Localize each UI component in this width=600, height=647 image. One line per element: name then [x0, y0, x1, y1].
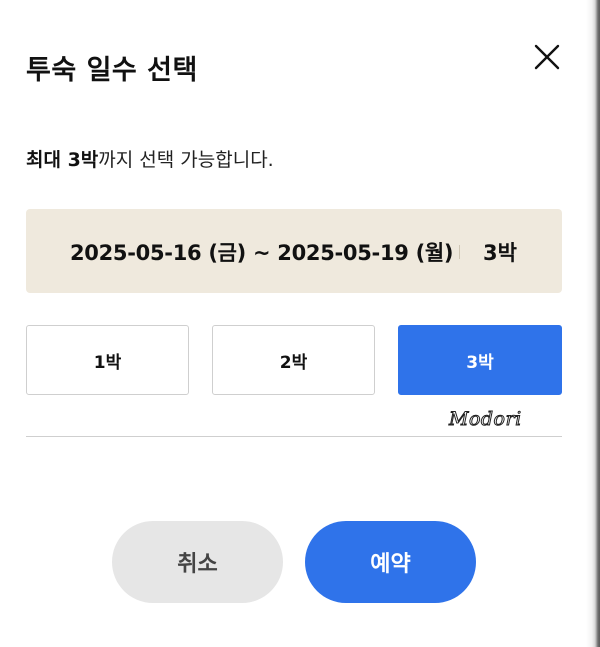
close-icon — [534, 44, 560, 70]
dialog-title: 투숙 일수 선택 — [26, 55, 198, 86]
max-nights-notice: 최대 3박까지 선택 가능합니다. — [26, 145, 274, 172]
cancel-label: 취소 — [177, 552, 218, 577]
date-divider — [459, 245, 460, 259]
reserve-label: 예약 — [370, 552, 411, 577]
cancel-button[interactable]: 취소 — [112, 521, 283, 603]
notice-strong: 최대 3박 — [26, 149, 99, 171]
close-button[interactable] — [530, 40, 564, 74]
night-option-label: 3박 — [466, 352, 494, 373]
nights-count: 3박 — [483, 241, 517, 265]
selected-dates-box: 2025-05-16 (금) ~ 2025-05-19 (월) 3박 — [26, 209, 562, 293]
reserve-button[interactable]: 예약 — [305, 521, 476, 603]
night-option-label: 2박 — [279, 352, 308, 373]
night-option-label: 1박 — [93, 352, 122, 373]
date-range: 2025-05-16 (금) ~ 2025-05-19 (월) — [70, 241, 454, 265]
watermark-text: Modori — [449, 408, 522, 431]
section-divider — [26, 436, 562, 437]
notice-rest: 까지 선택 가능합니다. — [98, 149, 274, 171]
night-option-2[interactable]: 2박 — [212, 325, 375, 395]
nights-select-dialog: 투숙 일수 선택 최대 3박까지 선택 가능합니다. 2025-05-16 (금… — [0, 0, 600, 647]
window-edge — [586, 0, 600, 647]
night-option-1[interactable]: 1박 — [26, 325, 189, 395]
night-option-3[interactable]: 3박 — [398, 325, 562, 395]
